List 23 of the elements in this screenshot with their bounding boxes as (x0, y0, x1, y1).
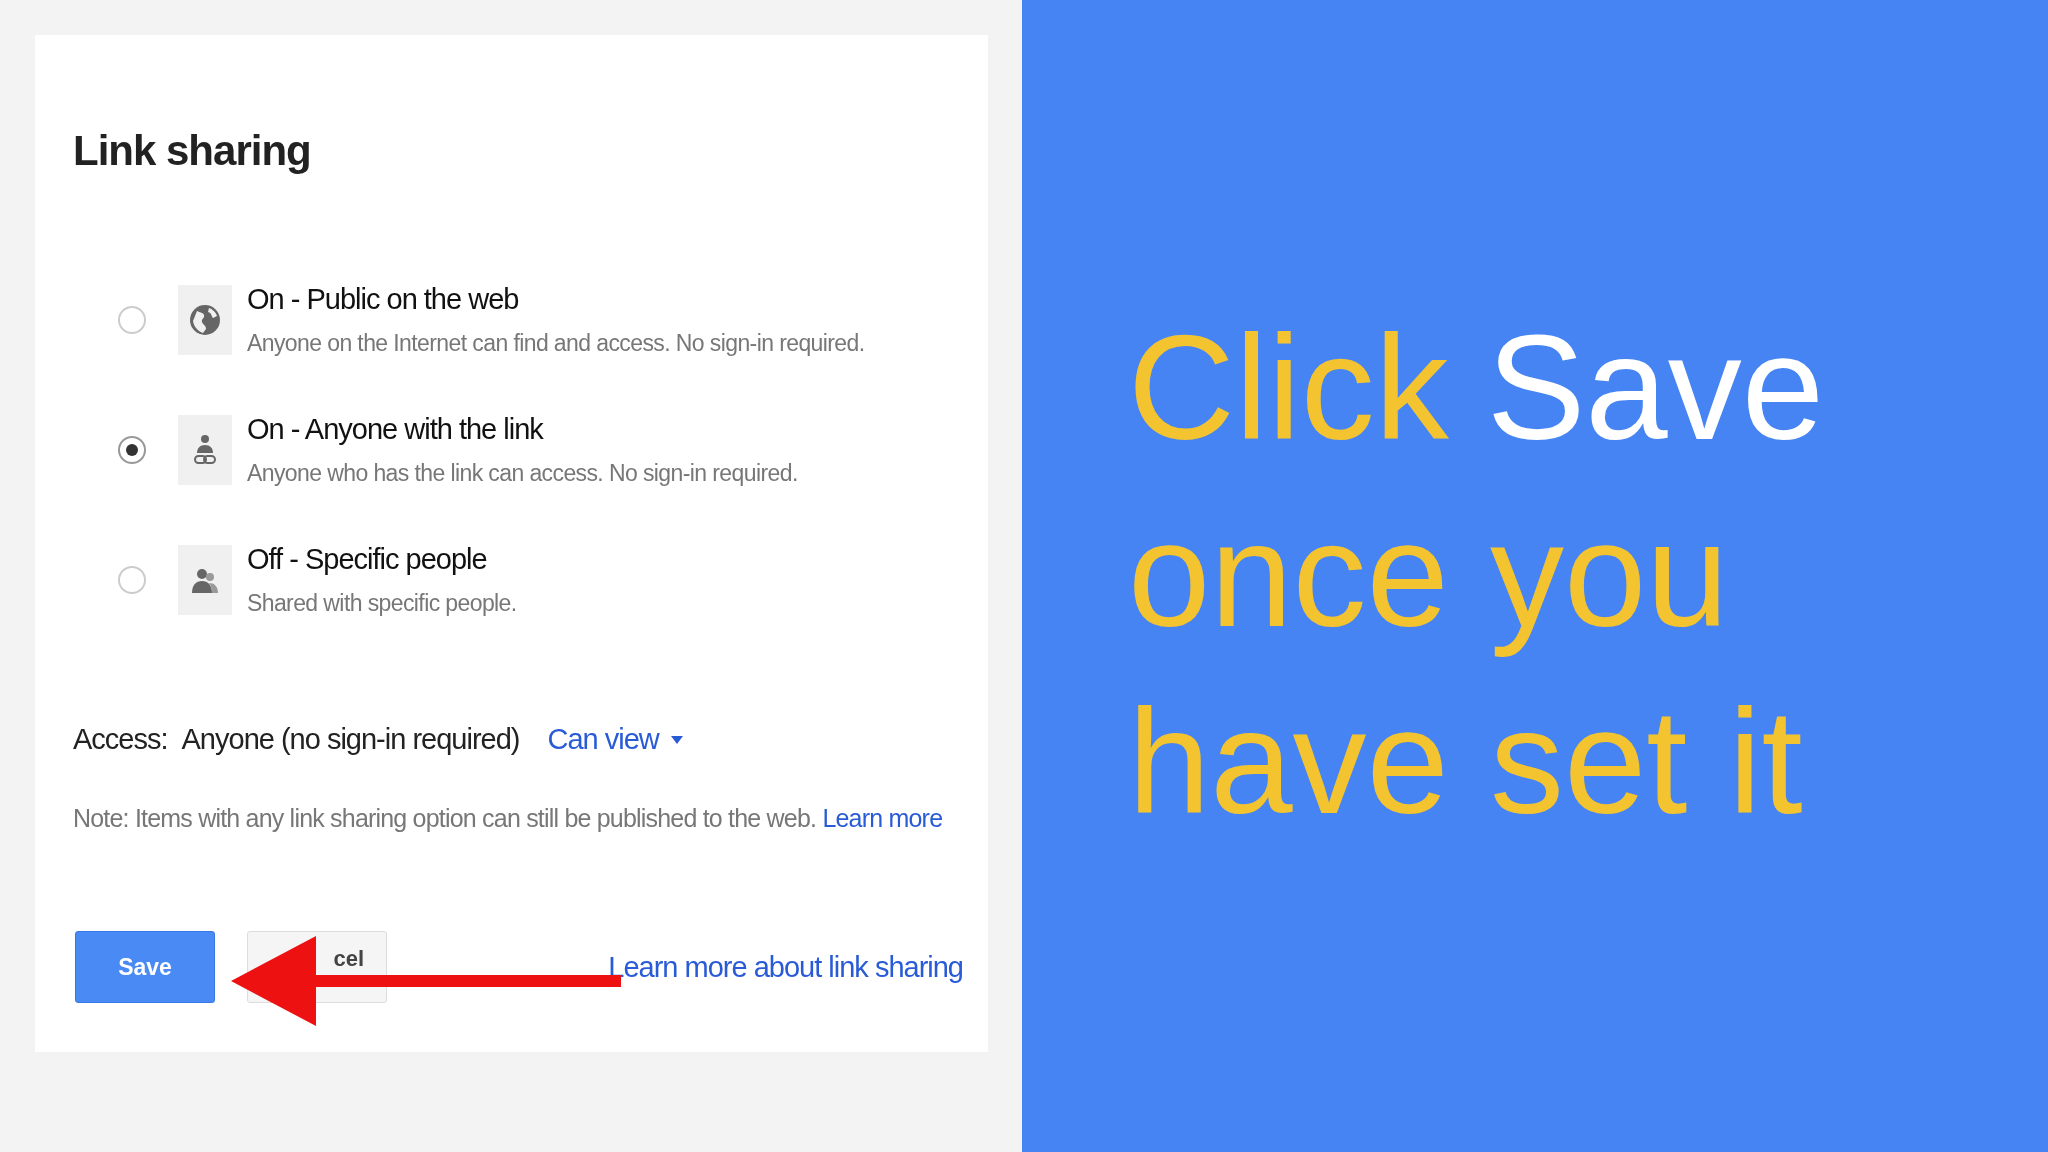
headline-text: have set it (1128, 679, 1803, 844)
option-description: Anyone on the Internet can find and access. No sign-in required. (247, 330, 865, 357)
save-button[interactable]: Save (75, 931, 215, 1003)
headline-text: Save (1486, 305, 1824, 470)
note-text: Note: Items with any link sharing option can still be published to the web. Learn more (73, 804, 944, 833)
radio-button[interactable] (118, 566, 146, 594)
option-title: On - Anyone with the link (247, 413, 545, 446)
option-description: Shared with specific people. (247, 590, 517, 617)
radio-button[interactable] (118, 306, 146, 334)
permission-dropdown[interactable]: Can view (547, 723, 683, 756)
learn-more-link[interactable]: Learn more (822, 804, 943, 832)
headline-text: Click (1128, 305, 1449, 470)
globe-icon (188, 303, 222, 337)
access-value: Anyone (no sign-in required) (181, 723, 520, 756)
option-description: Anyone who has the link can access. No sign-in required. (247, 460, 798, 487)
access-label: Access: (73, 723, 168, 756)
option-title: Off - Specific people (247, 543, 488, 576)
help-link[interactable]: Learn more about link sharing (608, 950, 963, 984)
headline-text: once you (1128, 492, 1729, 657)
radio-button[interactable] (118, 436, 146, 464)
caret-icon (670, 735, 683, 744)
option-title: On - Public on the web (247, 283, 520, 316)
dialog-title: Link sharing (73, 126, 311, 175)
